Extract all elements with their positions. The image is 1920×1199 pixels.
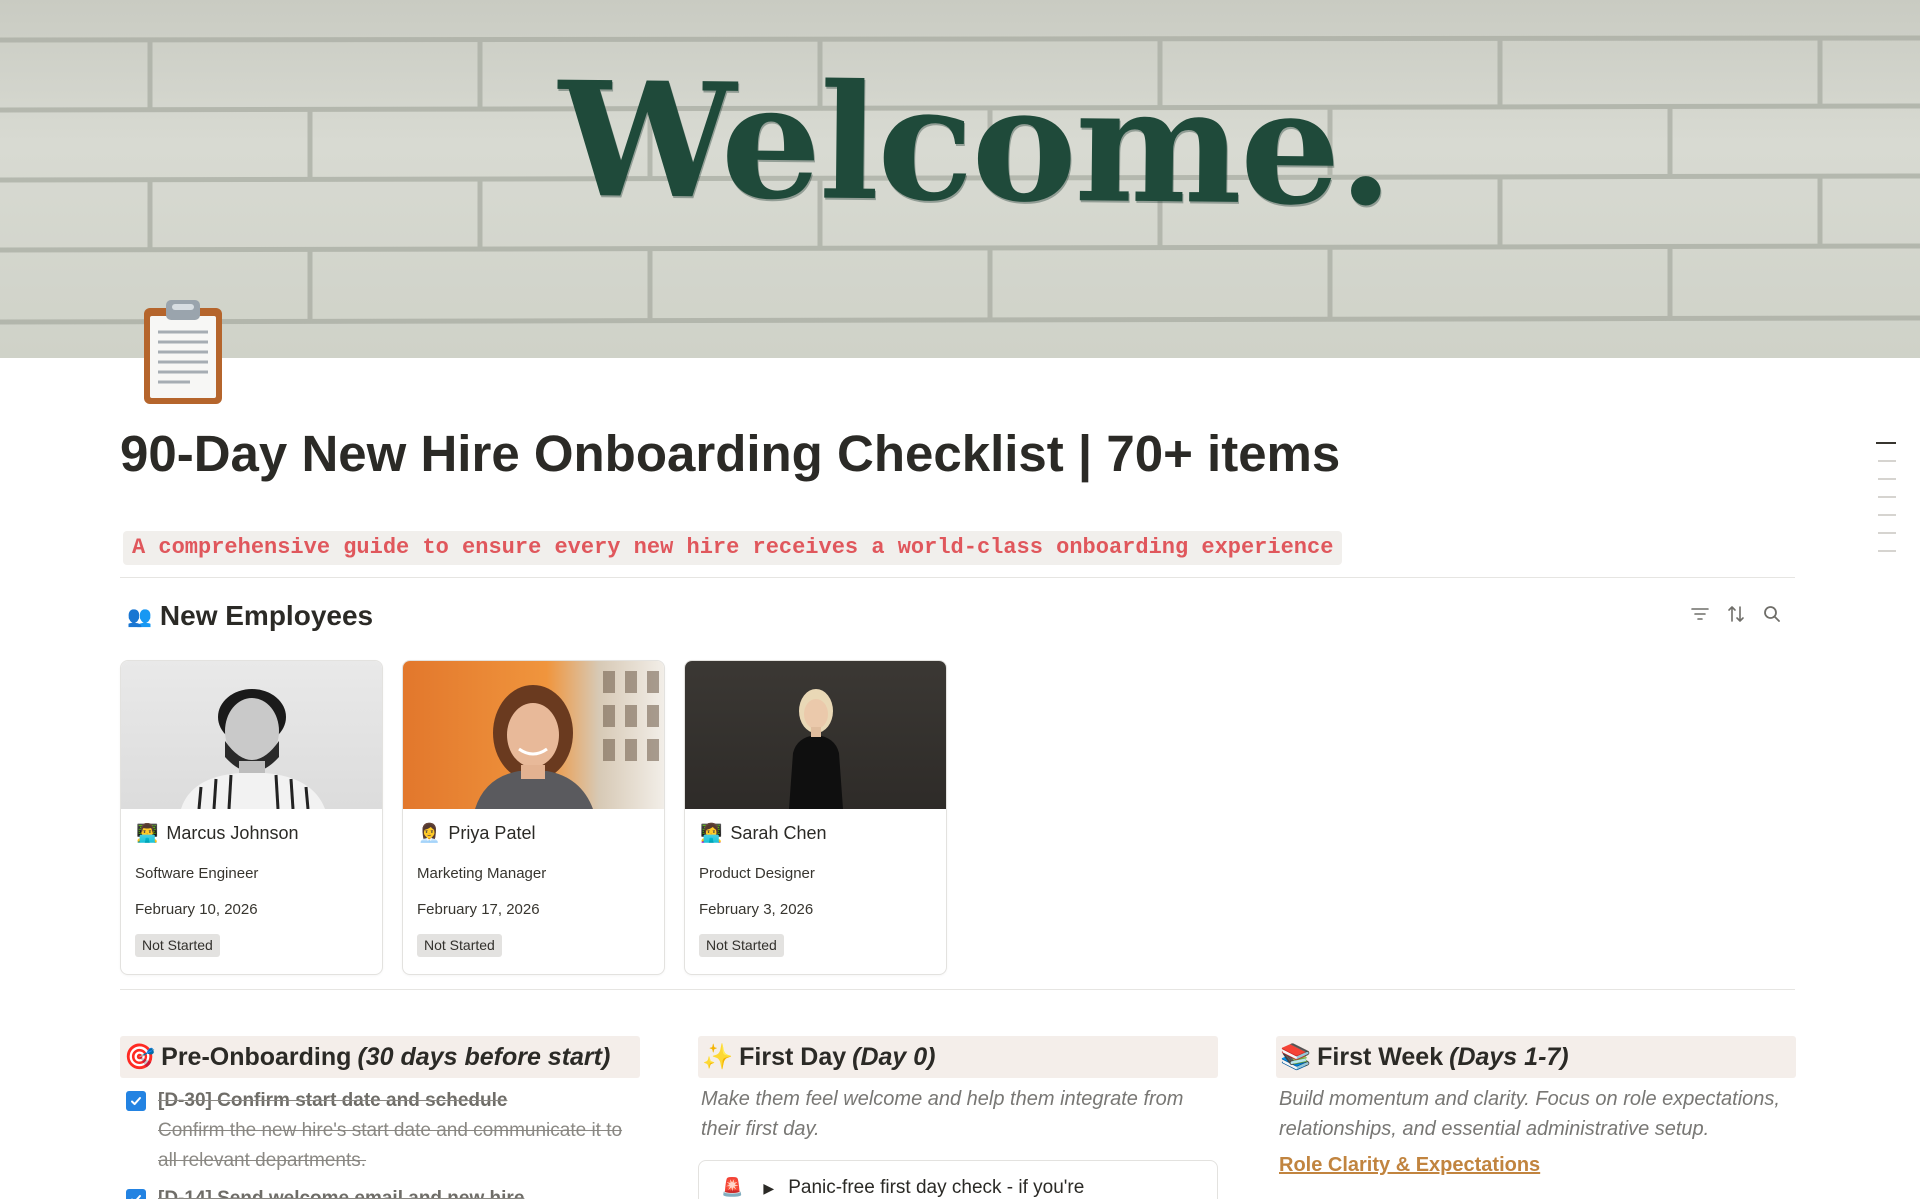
employee-name-row[interactable]: 👨‍💻 Marcus Johnson	[136, 823, 299, 844]
divider	[120, 577, 1795, 578]
sparkles-icon: ✨	[702, 1042, 734, 1071]
page-subtitle-code: A comprehensive guide to ensure every ne…	[123, 531, 1343, 565]
section-description: Build momentum and clarity. Focus on rol…	[1279, 1088, 1780, 1140]
employee-role: Software Engineer	[135, 865, 259, 882]
employee-card[interactable]: 👩‍💼 Priya Patel Marketing Manager Februa…	[402, 660, 665, 975]
role-clarity-link[interactable]: Role Clarity & Expectations	[1276, 1154, 1796, 1177]
toc-marker[interactable]	[1878, 460, 1896, 462]
check-icon	[131, 1195, 141, 1199]
technologist-icon: 👨‍💻	[136, 823, 159, 843]
direct-hit-icon: 🎯	[124, 1042, 156, 1071]
employee-role: Product Designer	[699, 865, 815, 882]
section-heading-title: Pre-Onboarding	[161, 1042, 352, 1071]
employee-card[interactable]: 👨‍💻 Marcus Johnson Software Engineer Feb…	[120, 660, 383, 975]
technologist-icon: 👩‍💻	[700, 823, 723, 843]
employee-start-date: February 10, 2026	[135, 901, 258, 918]
rotating-light-icon: 🚨	[721, 1177, 744, 1197]
cover-welcome-text: Welcome.	[557, 47, 1393, 242]
database-header: 👥 New Employees	[127, 596, 373, 636]
status-badge: Not Started	[417, 934, 502, 957]
toc-marker[interactable]	[1878, 532, 1896, 534]
busts-in-silhouette-icon: 👥	[127, 605, 152, 628]
employee-card[interactable]: 👩‍💻 Sarah Chen Product Designer February…	[684, 660, 947, 975]
callout-text[interactable]: Panic-free first day check - if you're	[788, 1177, 1084, 1199]
books-icon: 📚	[1280, 1042, 1312, 1071]
status-badge: Not Started	[135, 934, 220, 957]
toc-marker[interactable]	[1878, 478, 1896, 480]
section-heading-subtitle: (30 days before start)	[357, 1042, 611, 1071]
todo-item[interactable]: [D-14] Send welcome email and new hire	[120, 1184, 640, 1199]
column-pre-onboarding: 🎯 Pre-Onboarding (30 days before start) …	[120, 1036, 640, 1199]
employee-photo	[685, 661, 946, 809]
checkbox-checked[interactable]	[126, 1189, 146, 1199]
database-toolbar	[1690, 602, 1782, 626]
todo-title: [D-14] Send welcome email and new hire	[158, 1188, 525, 1199]
column-first-day: ✨ First Day (Day 0) Make them feel welco…	[698, 1036, 1218, 1199]
todo-description: Confirm the new hire's start date and co…	[158, 1120, 623, 1171]
employee-name[interactable]: Priya Patel	[448, 823, 535, 844]
callout-toggle[interactable]: 🚨 ▶ Panic-free first day check - if you'…	[698, 1160, 1218, 1199]
section-heading-subtitle: (Days 1-7)	[1449, 1042, 1569, 1071]
column-first-week: 📚 First Week (Days 1-7) Build momentum a…	[1276, 1036, 1796, 1177]
toc-marker[interactable]	[1878, 514, 1896, 516]
toc-marker[interactable]	[1878, 496, 1896, 498]
toggle-arrow-icon[interactable]: ▶	[763, 1180, 774, 1197]
toc-marker-active[interactable]	[1876, 442, 1896, 444]
employee-photo	[121, 661, 382, 809]
employee-name-row[interactable]: 👩‍💻 Sarah Chen	[700, 823, 827, 844]
employee-name[interactable]: Marcus Johnson	[166, 823, 298, 844]
filter-icon[interactable]	[1690, 602, 1710, 626]
sort-icon[interactable]	[1726, 602, 1746, 626]
section-heading-title: First Week	[1317, 1042, 1444, 1071]
todo-item[interactable]: [D-30] Confirm start date and schedule C…	[120, 1086, 640, 1176]
employee-name[interactable]: Sarah Chen	[730, 823, 826, 844]
cover-image: Welcome.	[0, 0, 1920, 358]
database-title[interactable]: New Employees	[160, 600, 373, 632]
search-icon[interactable]	[1762, 602, 1782, 626]
table-of-contents-rail[interactable]	[1876, 442, 1896, 568]
check-icon	[131, 1097, 141, 1106]
section-heading-subtitle: (Day 0)	[852, 1042, 936, 1071]
page-title[interactable]: 90-Day New Hire Onboarding Checklist | 7…	[120, 424, 1340, 483]
status-badge: Not Started	[699, 934, 784, 957]
office-worker-icon: 👩‍💼	[418, 823, 441, 843]
employee-name-row[interactable]: 👩‍💼 Priya Patel	[418, 823, 535, 844]
employee-photo	[403, 661, 664, 809]
todo-title: [D-30] Confirm start date and schedule	[158, 1090, 508, 1111]
section-heading[interactable]: ✨ First Day (Day 0)	[698, 1036, 1218, 1078]
clipboard-icon[interactable]	[130, 298, 240, 408]
section-description: Make them feel welcome and help them int…	[701, 1088, 1184, 1140]
divider	[120, 989, 1795, 990]
section-heading[interactable]: 🎯 Pre-Onboarding (30 days before start)	[120, 1036, 640, 1078]
employee-start-date: February 17, 2026	[417, 901, 540, 918]
checkbox-checked[interactable]	[126, 1091, 146, 1111]
section-heading-title: First Day	[739, 1042, 847, 1071]
employee-start-date: February 3, 2026	[699, 901, 814, 918]
employee-role: Marketing Manager	[417, 865, 547, 882]
toc-marker[interactable]	[1878, 550, 1896, 552]
section-heading[interactable]: 📚 First Week (Days 1-7)	[1276, 1036, 1796, 1078]
